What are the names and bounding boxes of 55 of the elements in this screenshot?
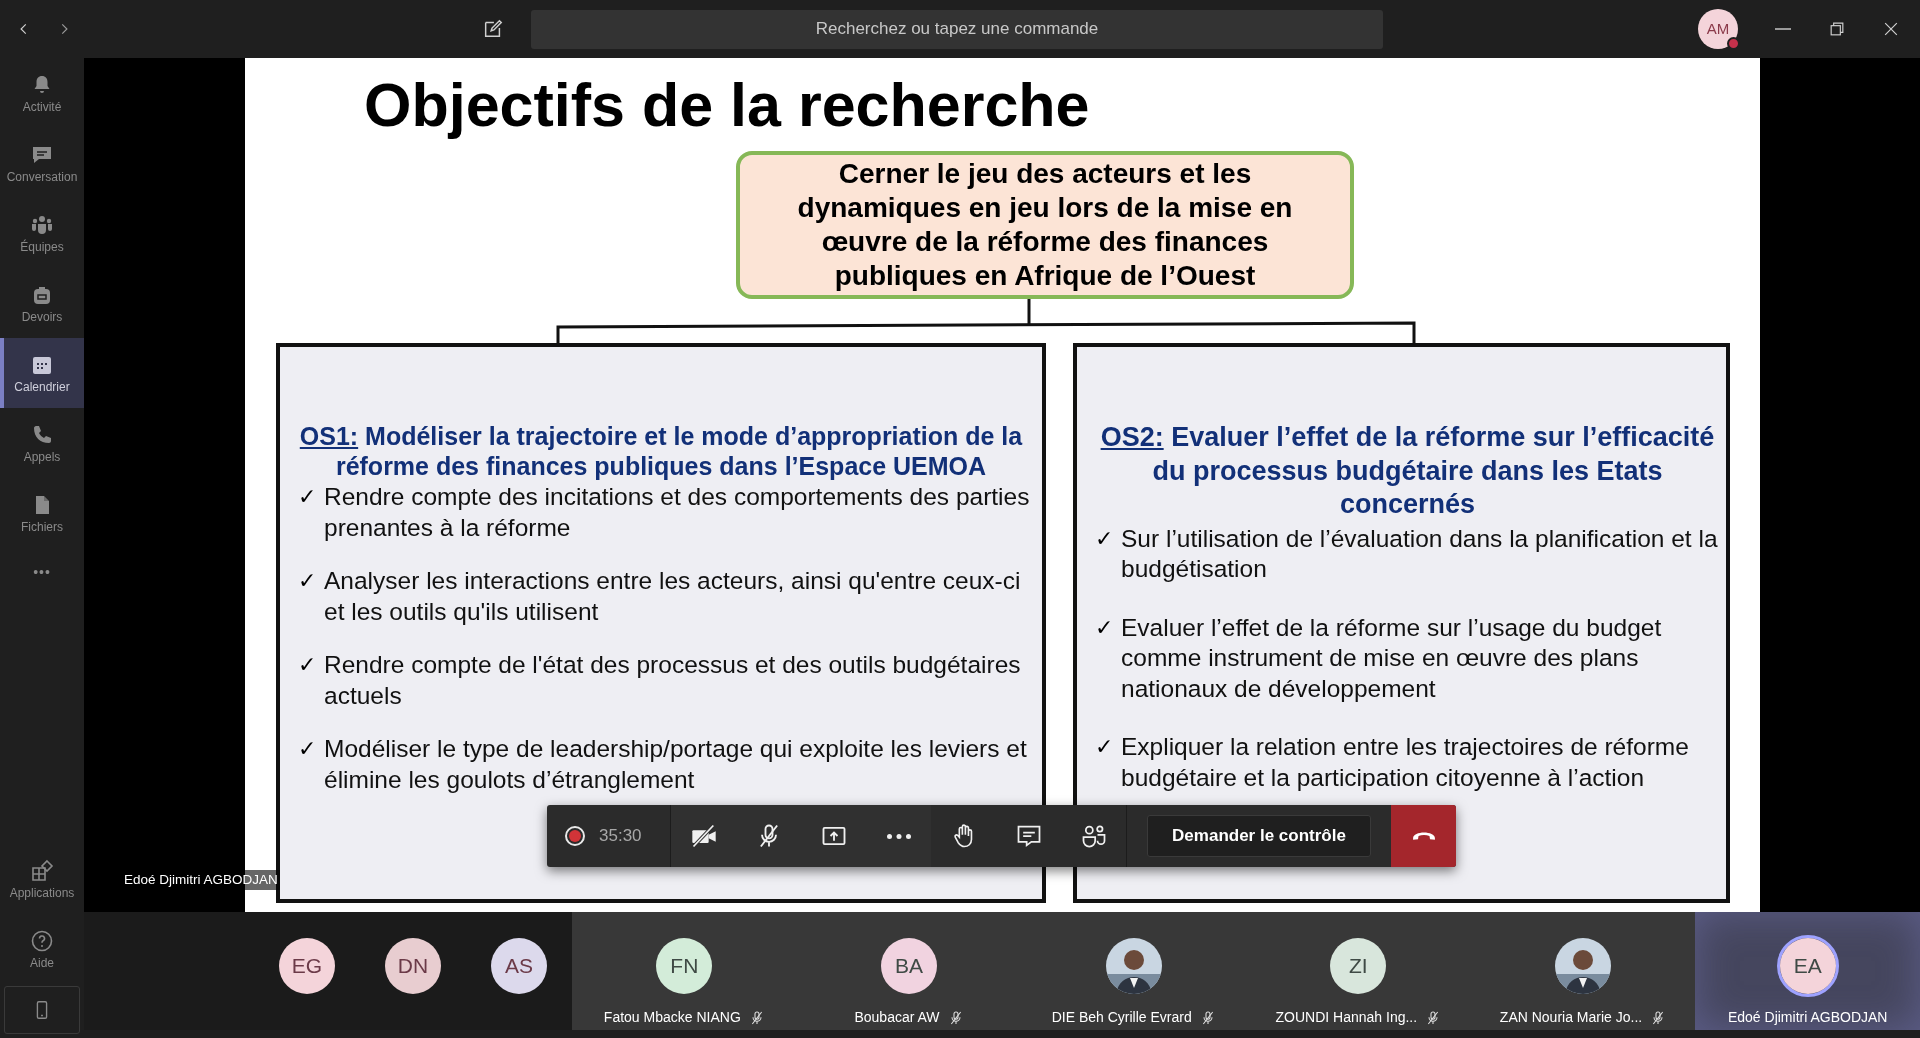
hang-up-button[interactable]	[1391, 805, 1456, 867]
nav-item[interactable]: Conversation	[0, 128, 84, 198]
participant-name: DIE Beh Cyrille Evrard	[1051, 1008, 1192, 1027]
help-icon	[30, 928, 54, 953]
avatar-initials: BA	[895, 953, 923, 980]
request-control-button[interactable]: Demander le contrôle	[1147, 815, 1371, 857]
bullet-text: Modéliser le type de leadership/portage qui exploite les leviers et élimine les goulots d’étranglement	[324, 734, 1028, 795]
participant-name: Edoé Djimitri AGBODJAN	[1727, 1008, 1888, 1027]
nav-item[interactable]: Équipes	[0, 198, 84, 268]
check-mark: ✓	[1095, 524, 1114, 553]
camera-off-icon	[689, 822, 718, 850]
participant-name: Fatou Mbacke NIANG	[603, 1008, 741, 1027]
presenter-name: Edoé Djimitri AGBODJAN	[122, 870, 280, 891]
check-mark: ✓	[298, 567, 317, 595]
bullet-text: Rendre compte de l'état des processus et des outils budgétaires actuels	[324, 650, 1022, 711]
nav-item[interactable]: Applications	[0, 844, 84, 914]
nav-item[interactable]: Calendrier	[0, 338, 84, 408]
main-objective-box: Cerner le jeu des acteurs et les dynamiques en jeu lors de la mise en œuvre de la réforme des finances publiques en Afrique de l’Ouest	[736, 151, 1354, 299]
check-mark: ✓	[298, 483, 317, 511]
user-initials: AM	[1706, 18, 1730, 39]
avatar-initials: DN	[397, 953, 429, 980]
bullet-text: Rendre compte des incitations et des comportements des parties prenantes à la réforme	[324, 482, 1031, 543]
nav-item[interactable]: Devoirs	[0, 268, 84, 338]
nav-item[interactable]: Aide	[0, 914, 84, 984]
objective-heading: OS1: Modéliser la trajectoire et le mode d’appropriation de la réforme des finances publiques dans l’Espace UEMOA	[298, 421, 1024, 481]
check-mark: ✓	[298, 651, 317, 679]
objective-heading: OS2: Evaluer l’effet de la réforme sur l’efficacité du processus budgétaire dans les Etats concernés	[1100, 421, 1715, 521]
nav-item[interactable]: Fichiers	[0, 478, 84, 548]
bullet-text: Analyser les interactions entre les acteurs, ainsi qu'entre ceux-ci et les outils qu'ils utilisent	[324, 566, 1022, 627]
avatar-initials: AS	[505, 953, 533, 980]
nav-item[interactable]: Activité	[0, 58, 84, 128]
nav-item[interactable]: Appels	[0, 408, 84, 478]
call-timer: 35:30	[599, 825, 642, 848]
participant-name: ZOUNDI Hannah Ing...	[1275, 1008, 1418, 1027]
apps-icon	[30, 858, 54, 883]
avatar-initials: EA	[1793, 953, 1822, 980]
bullet-text: Sur l’utilisation de l’évaluation dans la planification et la budgétisation	[1121, 523, 1719, 584]
hang-up-icon	[1411, 832, 1436, 840]
minimize-icon	[1775, 28, 1791, 30]
participant-name: Boubacar AW	[854, 1008, 940, 1027]
avatar-initials: EG	[291, 953, 323, 980]
slide-title: Objectifs de la recherche	[364, 70, 1091, 140]
participant-name: ZAN Nouria Marie Jo...	[1499, 1008, 1643, 1027]
more-icon	[886, 833, 911, 839]
bullet-text: Evaluer l’effet de la réforme sur l’usage du budget comme instrument de mise en œuvre des plans nationaux de développement	[1121, 612, 1663, 704]
search-field[interactable]: Recherchez ou tapez une commande	[531, 9, 1383, 49]
user-avatar[interactable]: AM	[1698, 9, 1738, 49]
check-mark: ✓	[1095, 733, 1114, 761]
avatar-initials: FN	[670, 953, 699, 980]
compose-icon	[482, 18, 504, 40]
bullet-text: Expliquer la relation entre les trajectoires de réforme budgétaire et la participation citoyenne à l’action	[1121, 732, 1690, 793]
check-mark: ✓	[298, 735, 317, 763]
check-mark: ✓	[1095, 613, 1114, 642]
more-button[interactable]: •••	[0, 548, 84, 596]
avatar-initials: ZI	[1349, 953, 1368, 980]
